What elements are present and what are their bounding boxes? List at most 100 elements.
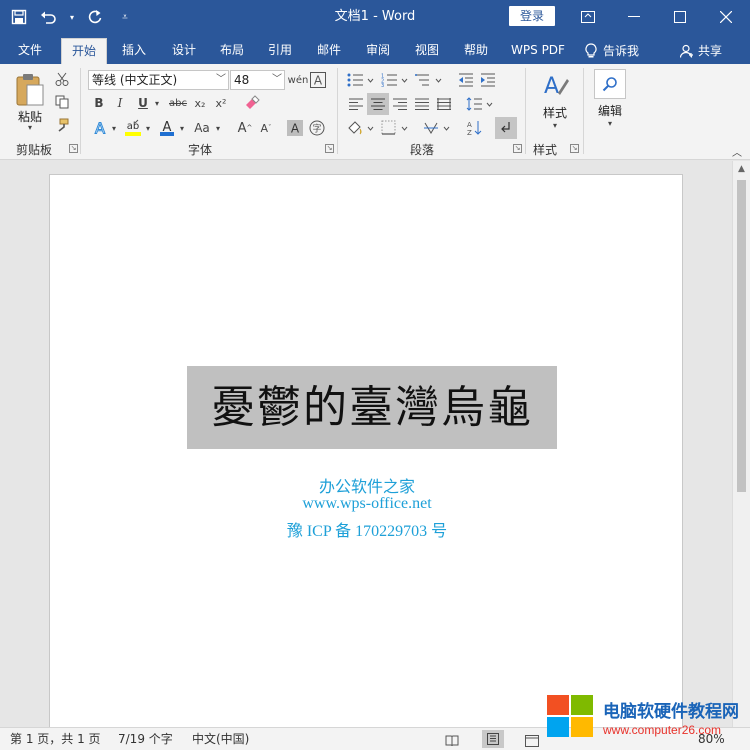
character-shading-icon[interactable]: A bbox=[286, 119, 304, 137]
justify-icon[interactable] bbox=[412, 94, 432, 114]
enclose-characters-icon[interactable]: 字 bbox=[307, 118, 327, 138]
font-size-select[interactable]: 48 ﹀ bbox=[230, 70, 285, 90]
find-icon[interactable] bbox=[594, 69, 626, 99]
tab-review[interactable]: 审阅 bbox=[356, 38, 400, 64]
align-center-icon[interactable] bbox=[367, 93, 389, 115]
page-count[interactable]: 第 1 页，共 1 页 bbox=[10, 728, 101, 750]
undo-icon[interactable] bbox=[38, 6, 60, 28]
align-right-icon[interactable] bbox=[390, 94, 410, 114]
change-case-dropdown-icon[interactable]: ▾ bbox=[213, 118, 223, 138]
text-effects-dropdown-icon[interactable]: ▾ bbox=[109, 118, 119, 138]
show-paragraph-marks-icon[interactable] bbox=[495, 117, 517, 139]
tab-file[interactable]: 文件 bbox=[8, 38, 52, 64]
character-border-icon[interactable]: A bbox=[309, 70, 327, 90]
tell-me-box[interactable]: 告诉我 bbox=[585, 38, 639, 64]
tab-wps-pdf[interactable]: WPS PDF bbox=[504, 38, 572, 64]
font-color-icon[interactable]: A bbox=[157, 117, 177, 139]
print-layout-icon[interactable] bbox=[482, 730, 504, 748]
tab-view[interactable]: 视图 bbox=[405, 38, 449, 64]
bullets-icon[interactable] bbox=[346, 70, 376, 90]
paragraph-launcher-icon[interactable]: ↘ bbox=[513, 144, 522, 153]
distributed-icon[interactable] bbox=[434, 94, 454, 114]
increase-indent-icon[interactable] bbox=[478, 70, 498, 90]
logo-site-url: www.computer26.com bbox=[603, 723, 722, 737]
svg-text:Z: Z bbox=[467, 129, 472, 136]
tab-insert[interactable]: 插入 bbox=[112, 38, 156, 64]
multilevel-list-icon[interactable] bbox=[414, 70, 444, 90]
selected-heading-text[interactable]: 憂鬱的臺灣烏龜 bbox=[187, 366, 557, 449]
word-count[interactable]: 7/19 个字 bbox=[118, 728, 173, 750]
svg-text:3: 3 bbox=[381, 83, 384, 87]
paste-icon[interactable] bbox=[10, 70, 50, 110]
sort-icon[interactable]: AZ bbox=[465, 118, 485, 138]
redo-icon[interactable] bbox=[84, 6, 106, 28]
change-case-icon[interactable]: Aa bbox=[190, 118, 214, 138]
underline-icon[interactable]: U bbox=[134, 94, 152, 112]
superscript-icon[interactable]: x² bbox=[212, 94, 230, 112]
styles-button[interactable]: 样式 bbox=[536, 104, 574, 120]
web-layout-icon[interactable] bbox=[525, 732, 539, 747]
svg-text:字: 字 bbox=[312, 123, 321, 135]
customize-qat-icon[interactable]: ⩡ bbox=[114, 6, 136, 28]
clear-formatting-icon[interactable] bbox=[242, 93, 262, 113]
clipboard-launcher-icon[interactable]: ↘ bbox=[69, 144, 78, 153]
tab-layout[interactable]: 布局 bbox=[210, 38, 254, 64]
maximize-icon[interactable] bbox=[657, 0, 703, 34]
separator bbox=[337, 68, 338, 154]
tab-help[interactable]: 帮助 bbox=[454, 38, 498, 64]
font-color-dropdown-icon[interactable]: ▾ bbox=[177, 118, 187, 138]
text-effects-icon[interactable]: A bbox=[90, 118, 110, 138]
decrease-indent-icon[interactable] bbox=[456, 70, 476, 90]
phonetic-guide-icon[interactable]: wén bbox=[288, 70, 309, 90]
highlight-dropdown-icon[interactable]: ▾ bbox=[143, 118, 153, 138]
styles-dropdown-icon[interactable]: ▾ bbox=[549, 120, 561, 130]
styles-group-label: 样式 bbox=[532, 143, 557, 157]
styles-icon[interactable]: A bbox=[538, 70, 572, 100]
chinese-layout-icon[interactable] bbox=[422, 118, 452, 138]
strikethrough-icon[interactable]: abc bbox=[166, 94, 190, 112]
collapse-ribbon-icon[interactable]: ︿ bbox=[730, 146, 744, 159]
grow-font-icon[interactable]: A ^ bbox=[236, 118, 254, 138]
close-icon[interactable] bbox=[703, 0, 749, 34]
document-page[interactable]: 憂鬱的臺灣烏龜 办公软件之家 www.wps-office.net 豫 ICP … bbox=[49, 174, 683, 727]
shading-icon[interactable] bbox=[346, 118, 376, 138]
underline-dropdown-icon[interactable]: ▾ bbox=[152, 94, 162, 112]
align-left-icon[interactable] bbox=[346, 94, 366, 114]
line-spacing-icon[interactable] bbox=[465, 94, 495, 114]
language-indicator[interactable]: 中文(中国) bbox=[192, 728, 249, 750]
editing-button[interactable]: 编辑 bbox=[590, 102, 630, 118]
tab-references[interactable]: 引用 bbox=[258, 38, 302, 64]
vertical-scrollbar[interactable]: ▲ bbox=[732, 161, 750, 727]
copy-icon[interactable] bbox=[52, 93, 72, 111]
borders-icon[interactable] bbox=[380, 118, 410, 138]
font-launcher-icon[interactable]: ↘ bbox=[325, 144, 334, 153]
numbering-icon[interactable]: 123 bbox=[380, 70, 410, 90]
editing-dropdown-icon[interactable]: ▾ bbox=[604, 118, 616, 128]
shrink-font-icon[interactable]: Aˇ bbox=[257, 118, 275, 138]
share-button[interactable]: 共享 bbox=[680, 38, 722, 64]
styles-launcher-icon[interactable]: ↘ bbox=[570, 144, 579, 153]
font-name-select[interactable]: 等线 (中文正文) ﹀ bbox=[88, 70, 229, 90]
chevron-down-icon: ﹀ bbox=[272, 74, 282, 85]
tab-mailings[interactable]: 邮件 bbox=[307, 38, 351, 64]
cut-icon[interactable] bbox=[52, 70, 72, 88]
format-painter-icon[interactable] bbox=[52, 116, 72, 134]
svg-text:A: A bbox=[291, 122, 300, 136]
bold-icon[interactable]: B bbox=[90, 94, 108, 112]
scroll-up-icon[interactable]: ▲ bbox=[733, 161, 750, 178]
undo-dropdown-icon[interactable]: ▾ bbox=[68, 6, 76, 28]
watermark-line-2: www.wps-office.net bbox=[302, 495, 432, 512]
tab-home[interactable]: 开始 bbox=[61, 38, 107, 64]
read-mode-icon[interactable] bbox=[445, 732, 459, 747]
highlight-color-icon[interactable]: ab bbox=[122, 117, 144, 139]
ribbon-display-icon[interactable] bbox=[565, 0, 611, 34]
italic-icon[interactable]: I bbox=[111, 94, 129, 112]
scroll-thumb[interactable] bbox=[737, 180, 746, 492]
document-area: 憂鬱的臺灣烏龜 办公软件之家 www.wps-office.net 豫 ICP … bbox=[0, 161, 732, 727]
login-button[interactable]: 登录 bbox=[509, 6, 555, 26]
subscript-icon[interactable]: x₂ bbox=[191, 94, 209, 112]
minimize-icon[interactable] bbox=[611, 0, 657, 34]
tab-design[interactable]: 设计 bbox=[162, 38, 206, 64]
save-icon[interactable] bbox=[8, 6, 30, 28]
paste-dropdown-icon[interactable]: ▾ bbox=[24, 122, 36, 132]
